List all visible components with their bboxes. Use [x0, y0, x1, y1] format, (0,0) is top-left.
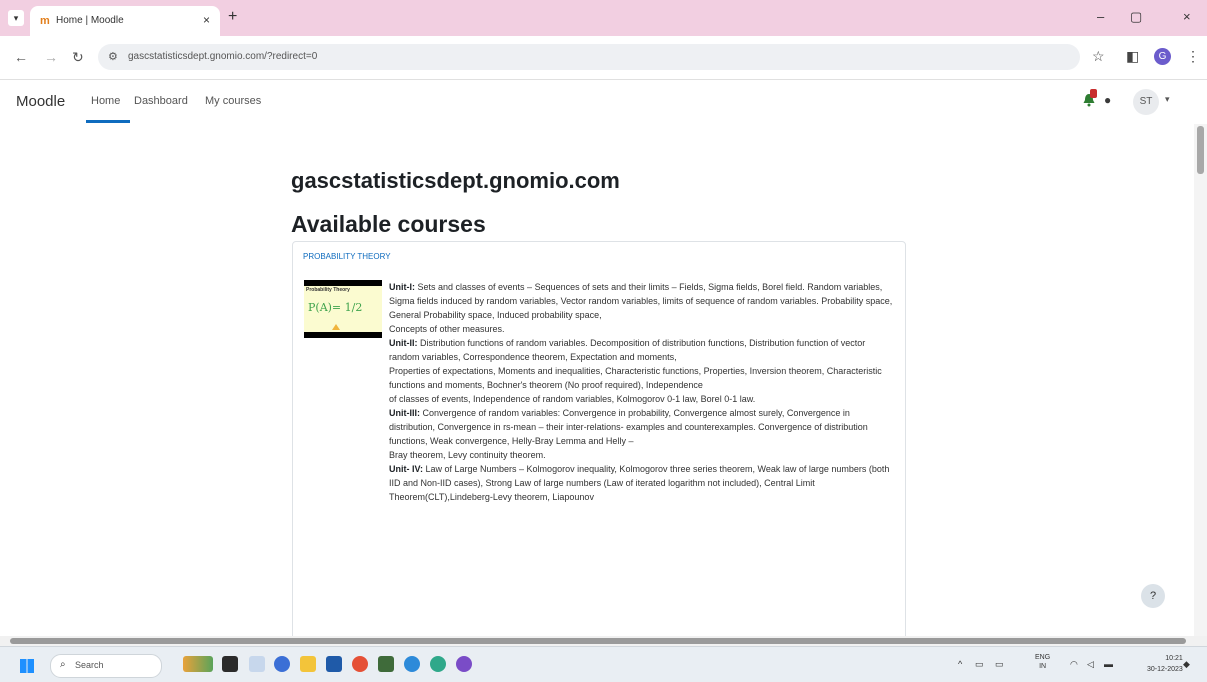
- messages-icon[interactable]: ●: [1104, 93, 1111, 107]
- nav-link-home[interactable]: Home: [91, 95, 120, 107]
- notification-center-icon[interactable]: ◆: [1183, 659, 1190, 670]
- summary-text: Distribution functions of random variabl…: [389, 338, 866, 362]
- nav-link-dashboard[interactable]: Dashboard: [134, 95, 188, 107]
- close-window-button[interactable]: ×: [1183, 9, 1191, 24]
- nav-link-my-courses[interactable]: My courses: [205, 95, 261, 107]
- summary-paragraph: Bray theorem, Levy continuity theorem.: [389, 448, 897, 462]
- summary-paragraph: Concepts of other measures.: [389, 322, 897, 336]
- url-text[interactable]: gascstatisticsdept.gnomio.com/?redirect=…: [128, 51, 317, 62]
- taskbar-app-icon[interactable]: [249, 656, 265, 672]
- moodle-navbar: Moodle Home Dashboard My courses ● ST ▾: [0, 80, 1207, 125]
- user-menu-chevron-icon[interactable]: ▾: [1165, 94, 1170, 105]
- taskbar-app-icon[interactable]: [378, 656, 394, 672]
- reload-icon[interactable]: ↻: [72, 49, 84, 66]
- tab-title: Home | Moodle: [56, 15, 124, 26]
- course-name-link[interactable]: PROBABILITY THEORY: [303, 252, 391, 261]
- course-card: PROBABILITY THEORY Probability Theory P(…: [292, 241, 906, 636]
- back-icon[interactable]: ←: [14, 49, 28, 65]
- taskbar-app-icon[interactable]: [430, 656, 446, 672]
- thumbnail-equation: P(A)= 1/2: [308, 301, 363, 314]
- taskbar-clock[interactable]: 10:21 30-12-2023: [1147, 653, 1183, 675]
- taskbar-widget-icon[interactable]: [183, 656, 213, 672]
- summary-text: Properties of expectations, Moments and …: [389, 366, 882, 390]
- taskbar-taskview-icon[interactable]: [222, 656, 238, 672]
- new-tab-button[interactable]: +: [228, 8, 237, 26]
- moodle-favicon-icon: m: [40, 15, 50, 27]
- unit-label: Unit-III:: [389, 408, 420, 418]
- tray-icon[interactable]: ▭: [995, 659, 1004, 670]
- unit-label: Unit-II:: [389, 338, 418, 348]
- tab-search-button[interactable]: ▾: [8, 10, 24, 26]
- summary-paragraph: Unit-II: Distribution functions of rando…: [389, 336, 897, 364]
- side-panel-icon[interactable]: ◧: [1126, 48, 1139, 65]
- browser-toolbar: ← → ↻ ⚙ gascstatisticsdept.gnomio.com/?r…: [0, 36, 1207, 80]
- language-code: ENG: [1035, 654, 1051, 661]
- clock-time: 10:21: [1165, 655, 1183, 662]
- site-info-icon[interactable]: ⚙: [108, 50, 118, 63]
- page-content: gascstatisticsdept.gnomio.com Available …: [0, 124, 1194, 636]
- taskbar-chrome-icon[interactable]: [352, 656, 368, 672]
- language-indicator[interactable]: ENG IN: [1035, 653, 1050, 671]
- volume-icon[interactable]: ◁: [1087, 659, 1094, 670]
- windows-start-icon[interactable]: [20, 659, 34, 673]
- profile-avatar[interactable]: G: [1154, 48, 1171, 65]
- active-nav-indicator: [86, 120, 130, 123]
- unit-label: Unit-I:: [389, 282, 415, 292]
- tab-close-icon[interactable]: ×: [203, 13, 210, 27]
- battery-icon[interactable]: ▬: [1104, 659, 1113, 669]
- course-thumbnail[interactable]: Probability Theory P(A)= 1/2: [304, 280, 382, 338]
- summary-text: Law of Large Numbers – Kolmogorov inequa…: [389, 464, 890, 502]
- taskbar-chat-icon[interactable]: [274, 656, 290, 672]
- bookmark-star-icon[interactable]: ☆: [1092, 48, 1105, 65]
- triangle-icon: [332, 324, 340, 330]
- notification-count-badge: [1090, 89, 1097, 98]
- summary-text: Convergence of random variables: Converg…: [389, 408, 868, 446]
- language-region: IN: [1039, 663, 1047, 670]
- summary-paragraph: of classes of events, Independence of ra…: [389, 392, 897, 406]
- browser-menu-icon[interactable]: ⋮: [1186, 48, 1200, 65]
- summary-text: of classes of events, Independence of ra…: [389, 394, 756, 404]
- user-avatar[interactable]: ST: [1133, 89, 1159, 115]
- clock-date: 30-12-2023: [1147, 666, 1183, 673]
- address-bar[interactable]: ⚙ gascstatisticsdept.gnomio.com/?redirec…: [98, 44, 1080, 70]
- help-button[interactable]: ?: [1141, 584, 1165, 608]
- unit-label: Unit- IV:: [389, 464, 423, 474]
- summary-text: Sets and classes of events – Sequences o…: [389, 282, 893, 320]
- summary-text: Bray theorem, Levy continuity theorem.: [389, 450, 546, 460]
- taskbar-search-label: Search: [75, 660, 104, 670]
- summary-paragraph: Unit-I: Sets and classes of events – Seq…: [389, 280, 897, 322]
- tray-icon[interactable]: ▭: [975, 659, 984, 670]
- taskbar-app-icon[interactable]: [404, 656, 420, 672]
- summary-paragraph: Unit- IV: Law of Large Numbers – Kolmogo…: [389, 462, 897, 504]
- horizontal-scrollbar-thumb[interactable]: [10, 638, 1186, 644]
- thumbnail-caption: Probability Theory: [306, 287, 350, 293]
- section-heading: Available courses: [291, 211, 486, 237]
- browser-tab-bar: ▾ m Home | Moodle × + – ▢ ×: [0, 0, 1207, 36]
- thumbnail-image: Probability Theory P(A)= 1/2: [304, 286, 382, 332]
- site-title: gascstatisticsdept.gnomio.com: [291, 168, 620, 193]
- taskbar-search[interactable]: ⌕ Search: [50, 654, 162, 678]
- vertical-scrollbar-thumb[interactable]: [1197, 126, 1204, 174]
- minimize-button[interactable]: –: [1097, 9, 1104, 24]
- taskbar-store-icon[interactable]: [326, 656, 342, 672]
- search-icon: ⌕: [60, 659, 66, 670]
- restore-button[interactable]: ▢: [1130, 9, 1142, 25]
- summary-paragraph: Properties of expectations, Moments and …: [389, 364, 897, 392]
- browser-tab-active[interactable]: m Home | Moodle ×: [30, 6, 220, 36]
- tray-overflow-icon[interactable]: ^: [958, 659, 962, 669]
- horizontal-scrollbar[interactable]: [0, 636, 1207, 646]
- summary-text: Concepts of other measures.: [389, 324, 505, 334]
- moodle-brand[interactable]: Moodle: [16, 93, 65, 110]
- wifi-icon[interactable]: ◠: [1070, 659, 1078, 670]
- summary-paragraph: Unit-III: Convergence of random variable…: [389, 406, 897, 448]
- taskbar-app-icon[interactable]: [456, 656, 472, 672]
- forward-icon[interactable]: →: [44, 49, 58, 65]
- vertical-scrollbar[interactable]: [1194, 124, 1207, 636]
- windows-taskbar: ⌕ Search ^ ▭ ▭ ENG IN ◠ ◁ ▬ 10:21 30-12-…: [0, 646, 1207, 682]
- taskbar-file-explorer-icon[interactable]: [300, 656, 316, 672]
- course-summary: Unit-I: Sets and classes of events – Seq…: [389, 280, 897, 504]
